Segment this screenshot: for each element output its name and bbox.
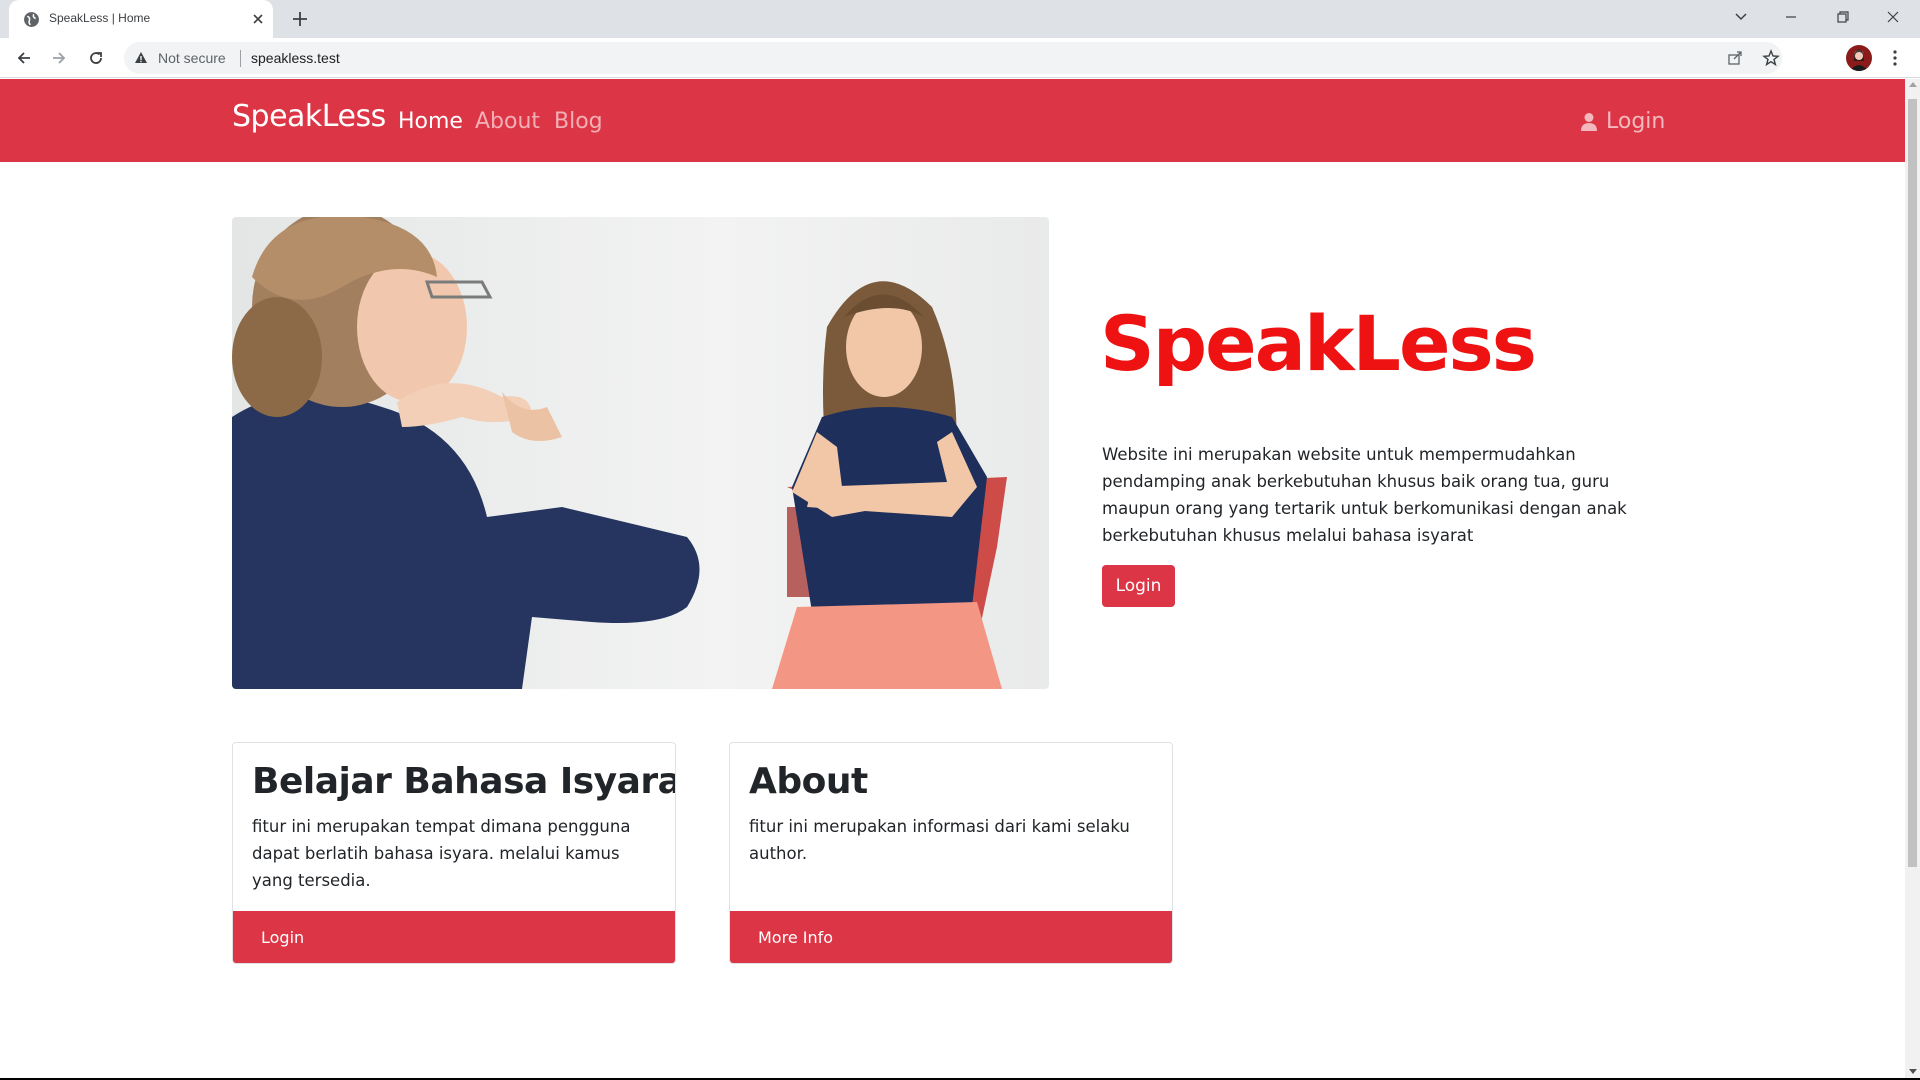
site-brand[interactable]: SpeakLess [232,99,386,134]
url-text[interactable]: speakless.test [251,50,340,66]
card-footer[interactable]: Login [233,911,675,963]
card-login-link[interactable]: Login [261,928,304,947]
address-bar[interactable]: Not secure speakless.test [124,42,1782,74]
back-icon[interactable] [12,46,36,70]
globe-icon [24,12,39,27]
card-title: About [749,761,868,802]
scrollbar-thumb[interactable] [1908,99,1917,867]
nav-link-about[interactable]: About [475,109,540,134]
hero-image [232,217,1049,689]
card-about: About fitur ini merupakan informasi dari… [729,742,1173,964]
browser-tab[interactable]: SpeakLess | Home [9,0,273,38]
security-label[interactable]: Not secure [158,50,226,66]
share-icon[interactable] [1724,47,1746,69]
close-icon[interactable] [248,9,268,29]
scroll-down-icon[interactable] [1909,1069,1917,1074]
card-more-info-link[interactable]: More Info [758,928,833,947]
bookmark-star-icon[interactable] [1760,47,1782,69]
card-text: fitur ini merupakan informasi dari kami … [749,817,1130,863]
browser-toolbar: Not secure speakless.test [0,38,1920,78]
card-text: fitur ini merupakan tempat dimana penggu… [252,817,631,890]
reload-icon[interactable] [84,46,108,70]
restore-icon[interactable] [1816,0,1870,34]
nav-link-blog[interactable]: Blog [554,109,603,134]
nav-link-home[interactable]: Home [398,109,463,134]
page-scrollbar[interactable] [1905,79,1920,1078]
browser-tab-strip: SpeakLess | Home [0,0,1920,38]
card-title: Belajar Bahasa Isyarat [252,761,676,802]
card-belajar-bahasa-isyarat: Belajar Bahasa Isyarat fitur ini merupak… [232,742,676,964]
site-navbar: SpeakLess Home About Blog Login [0,79,1905,162]
scroll-up-icon[interactable] [1909,82,1917,87]
hero-title: SpeakLess [1100,299,1537,388]
nav-login-link[interactable]: Login [1580,109,1665,134]
tab-search-icon[interactable] [1714,0,1768,34]
more-menu-icon[interactable] [1884,47,1906,69]
minimize-icon[interactable] [1764,0,1818,34]
profile-avatar[interactable] [1846,45,1872,71]
nav-login-label: Login [1606,109,1666,134]
new-tab-icon[interactable] [289,8,311,30]
forward-icon[interactable] [47,46,71,70]
close-window-icon[interactable] [1866,0,1920,34]
page-viewport: SpeakLess Home About Blog Login SpeakLes… [0,79,1905,1078]
user-icon [1581,112,1597,131]
hero-description: Website ini merupakan website untuk memp… [1102,445,1627,545]
divider [240,50,241,67]
warning-icon[interactable] [134,51,148,65]
hero-login-button[interactable]: Login [1102,565,1175,607]
card-footer[interactable]: More Info [730,911,1172,963]
tab-title: SpeakLess | Home [49,11,151,25]
